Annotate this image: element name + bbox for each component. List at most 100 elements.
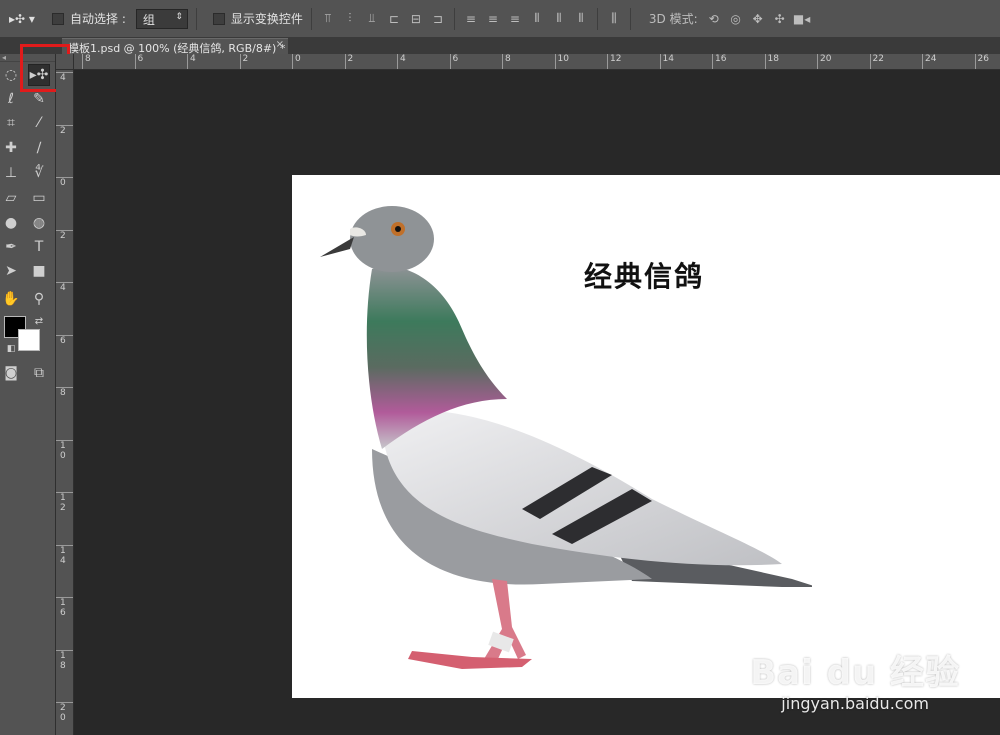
clone-stamp-icon[interactable]: ⊥ xyxy=(0,162,22,184)
lasso-icon[interactable]: ℓ xyxy=(0,88,22,110)
ruler-origin[interactable] xyxy=(56,54,74,70)
distribute-buttons: ≡ ≡ ≡ ⦀ ⦀ ⦀ xyxy=(463,11,589,27)
auto-select-checkbox[interactable] xyxy=(52,12,64,25)
auto-select-label: 自动选择 : xyxy=(70,12,126,26)
ruler-tick-label: 16 xyxy=(712,54,726,69)
eraser-icon[interactable]: ▱ xyxy=(0,187,22,209)
ruler-tick-label: 12 xyxy=(607,54,621,69)
document-canvas[interactable]: 经典信鸽 xyxy=(292,175,1000,698)
history-brush-icon[interactable]: ∜ xyxy=(28,162,50,184)
photoshop-window: ▸✣ ▾ 自动选择 : 组 ⇕ 显示变换控件 ⫪ ⫶ ⫫ ⊏ ⊟ ⊐ ≡ ≡ ≡… xyxy=(0,0,1000,735)
ruler-tick-label: 4 xyxy=(397,54,406,69)
drag-3d-icon[interactable]: ✥ xyxy=(750,11,766,27)
horizontal-ruler[interactable]: 8 6 4 2 0 2 4 6 8 10 12 14 16 18 20 22 24 26 xyxy=(74,54,1000,70)
auto-align-icon[interactable]: ⫼ xyxy=(606,11,622,27)
toolbox: ◂ ◌ ▸✣ ℓ ✎ ⌗ ⁄ ✚ ∕ ⊥ ∜ ▱ ▭ ● ◍ ✒ T ➤ ■ ✋… xyxy=(0,44,70,735)
divider xyxy=(629,7,631,30)
distribute-bottom-icon[interactable]: ≡ xyxy=(507,11,523,27)
distribute-hcenter-icon[interactable]: ⦀ xyxy=(551,11,567,27)
move-icon: ▸✣ ▾ xyxy=(9,11,35,26)
distribute-right-icon[interactable]: ⦀ xyxy=(573,11,589,27)
hand-icon[interactable]: ✋ xyxy=(0,288,22,310)
zoom-icon[interactable]: ⚲ xyxy=(28,288,50,310)
screen-mode-icon[interactable]: ⧉ xyxy=(28,362,50,384)
ruler-tick-label: 2 xyxy=(239,54,248,69)
ruler-tick-label: 14 xyxy=(659,54,674,69)
align-vcenter-icon[interactable]: ⫶ xyxy=(342,11,358,27)
pigeon-image xyxy=(320,206,812,669)
divider xyxy=(596,7,598,30)
vertical-ruler[interactable]: 4 2 0 2 4 6 8 1 0 1 2 1 4 1 6 1 8 2 0 xyxy=(56,70,74,735)
show-transform-checkbox[interactable] xyxy=(212,12,225,25)
ruler-tick-label: 2 xyxy=(56,124,73,136)
document-tab-title: 模板1.psd @ 100% (经典信鸽, RGB/8#) * xyxy=(68,42,286,54)
gradient-icon[interactable]: ▭ xyxy=(28,187,50,209)
ruler-tick-label: 4 xyxy=(56,282,73,293)
ruler-tick-label: 2 0 xyxy=(56,702,73,723)
document-tab[interactable]: 模板1.psd @ 100% (经典信鸽, RGB/8#) * × xyxy=(62,38,288,54)
ruler-tick-label: 0 xyxy=(292,54,301,69)
canvas-workspace[interactable]: 经典信鸽 Bai du 经验 jingyan.baidu.com xyxy=(74,70,1000,735)
watermark-url: jingyan.baidu.com xyxy=(781,694,929,713)
distribute-top-icon[interactable]: ≡ xyxy=(463,11,479,27)
distribute-vcenter-icon[interactable]: ≡ xyxy=(485,11,501,27)
auto-select-dropdown[interactable]: 组 ⇕ xyxy=(135,8,188,29)
align-top-icon[interactable]: ⫪ xyxy=(320,11,336,27)
ruler-tick-label: 6 xyxy=(134,54,143,69)
ruler-tick-label: 6 xyxy=(56,334,73,346)
eyedropper-icon[interactable]: ⁄ xyxy=(28,112,50,134)
path-select-icon[interactable]: ➤ xyxy=(0,260,22,282)
ruler-tick-label: 22 xyxy=(869,54,884,69)
ruler-tick-label: 6 xyxy=(449,54,458,69)
ruler-tick-label: 0 xyxy=(56,177,73,188)
divider xyxy=(453,7,455,30)
align-right-icon[interactable]: ⊐ xyxy=(430,11,446,27)
ruler-tick-label: 1 6 xyxy=(56,597,73,618)
ruler-tick-label: 4 xyxy=(56,72,73,83)
3d-mode-label: 3D 模式: xyxy=(648,12,698,26)
align-bottom-icon[interactable]: ⫫ xyxy=(364,11,380,27)
rectangle-icon[interactable]: ■ xyxy=(28,260,50,282)
marquee-icon[interactable]: ◌ xyxy=(0,64,22,86)
close-icon[interactable]: × xyxy=(276,39,284,50)
divider xyxy=(310,7,312,30)
ruler-tick-label: 10 xyxy=(554,54,569,69)
align-left-icon[interactable]: ⊏ xyxy=(386,11,402,27)
baidu-logo: Bai du 经验 xyxy=(750,653,960,693)
3d-mode-buttons: ⟲ ◎ ✥ ✣ ■◂ xyxy=(706,11,811,27)
blur-icon[interactable]: ● xyxy=(0,212,22,234)
roll-3d-icon[interactable]: ◎ xyxy=(728,11,744,27)
ruler-tick-label: 8 xyxy=(82,54,91,69)
align-buttons: ⫪ ⫶ ⫫ ⊏ ⊟ ⊐ xyxy=(320,11,446,27)
ruler-tick-label: 1 2 xyxy=(56,492,73,513)
healing-brush-icon[interactable]: ✚ xyxy=(0,137,22,159)
options-bar: ▸✣ ▾ 自动选择 : 组 ⇕ 显示变换控件 ⫪ ⫶ ⫫ ⊏ ⊟ ⊐ ≡ ≡ ≡… xyxy=(0,0,1000,38)
ruler-tick-label: 1 4 xyxy=(56,544,73,566)
quick-mask-icon[interactable]: ◙ xyxy=(0,362,22,384)
ruler-tick-label: 4 xyxy=(187,54,196,69)
default-colors-icon[interactable]: ◧ xyxy=(0,338,22,360)
align-hcenter-icon[interactable]: ⊟ xyxy=(408,11,424,27)
ruler-tick-label: 1 0 xyxy=(56,439,73,461)
type-icon[interactable]: T xyxy=(28,236,50,258)
chevron-updown-icon: ⇕ xyxy=(175,11,183,22)
canvas-title-text[interactable]: 经典信鸽 xyxy=(584,255,704,295)
dodge-icon[interactable]: ◍ xyxy=(28,212,50,234)
ruler-tick-label: 8 xyxy=(56,387,73,398)
ruler-tick-label: 24 xyxy=(922,54,936,69)
document-tab-strip: 模板1.psd @ 100% (经典信鸽, RGB/8#) * × xyxy=(0,38,1000,54)
pen-icon[interactable]: ✒ xyxy=(0,236,22,258)
ruler-tick-label: 1 8 xyxy=(56,649,73,671)
scale-3d-icon[interactable]: ■◂ xyxy=(793,11,810,27)
ruler-tick-label: 18 xyxy=(764,54,779,69)
rotate-3d-icon[interactable]: ⟲ xyxy=(706,11,722,27)
baidu-watermark: Bai du 经验 jingyan.baidu.com xyxy=(750,645,960,713)
crop-icon[interactable]: ⌗ xyxy=(0,112,22,134)
ruler-tick-label: 26 xyxy=(974,54,989,69)
ruler-tick-label: 20 xyxy=(817,54,831,69)
distribute-left-icon[interactable]: ⦀ xyxy=(529,11,545,27)
slide-3d-icon[interactable]: ✣ xyxy=(772,11,788,27)
ruler-tick-label: 2 xyxy=(56,229,73,241)
brush-icon[interactable]: ∕ xyxy=(28,137,50,159)
move-tool-preset-picker[interactable]: ▸✣ ▾ xyxy=(0,0,44,38)
